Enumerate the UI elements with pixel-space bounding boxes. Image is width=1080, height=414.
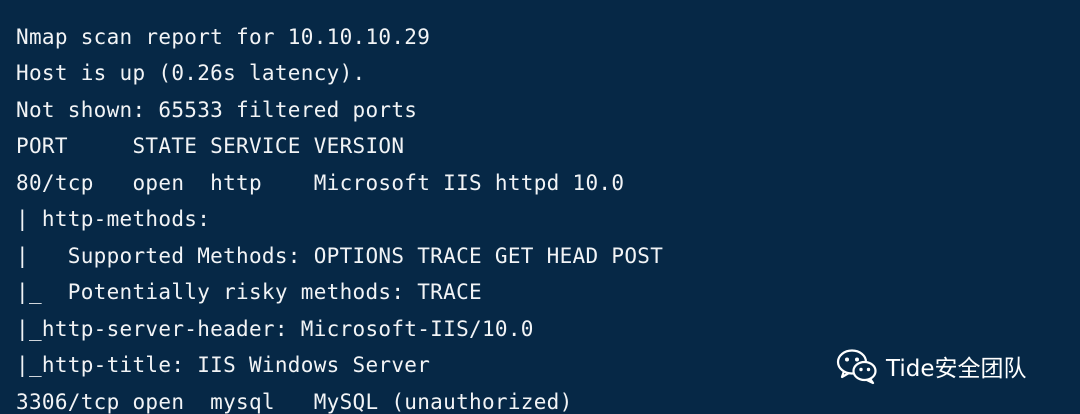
terminal-line-not-shown: Not shown: 65533 filtered ports	[16, 97, 418, 122]
wechat-icon	[836, 349, 877, 385]
terminal-line-host-status: Host is up (0.26s latency).	[16, 61, 366, 85]
terminal-line-server-header: |_http-server-header: Microsoft-IIS/10.0	[16, 316, 534, 341]
watermark: Tide安全团队	[836, 346, 1026, 386]
watermark-text: Tide安全团队	[886, 356, 1027, 382]
terminal-line-risky-methods: |_ Potentially risky methods: TRACE	[16, 280, 482, 304]
terminal-line-port-header: PORT STATE SERVICE VERSION	[16, 134, 405, 158]
terminal-line-supported-methods: | Supported Methods: OPTIONS TRACE GET H…	[16, 243, 664, 268]
terminal-line-http-methods: | http-methods:	[16, 207, 211, 231]
terminal-output: Nmap scan report for 10.10.10.29 Host is…	[16, 0, 663, 414]
terminal-line-port-80: 80/tcp open http Microsoft IIS httpd 10.…	[16, 170, 625, 195]
terminal-line-port-3306: 3306/tcp open mysql MySQL (unauthorized)	[16, 389, 573, 414]
terminal-line-scan-report: Nmap scan report for 10.10.10.29	[16, 24, 431, 49]
terminal-window: Nmap scan report for 10.10.10.29 Host is…	[0, 0, 1080, 414]
terminal-line-http-title: |_http-title: IIS Windows Server	[16, 353, 431, 377]
terminal-line-clipped	[16, 0, 663, 19]
